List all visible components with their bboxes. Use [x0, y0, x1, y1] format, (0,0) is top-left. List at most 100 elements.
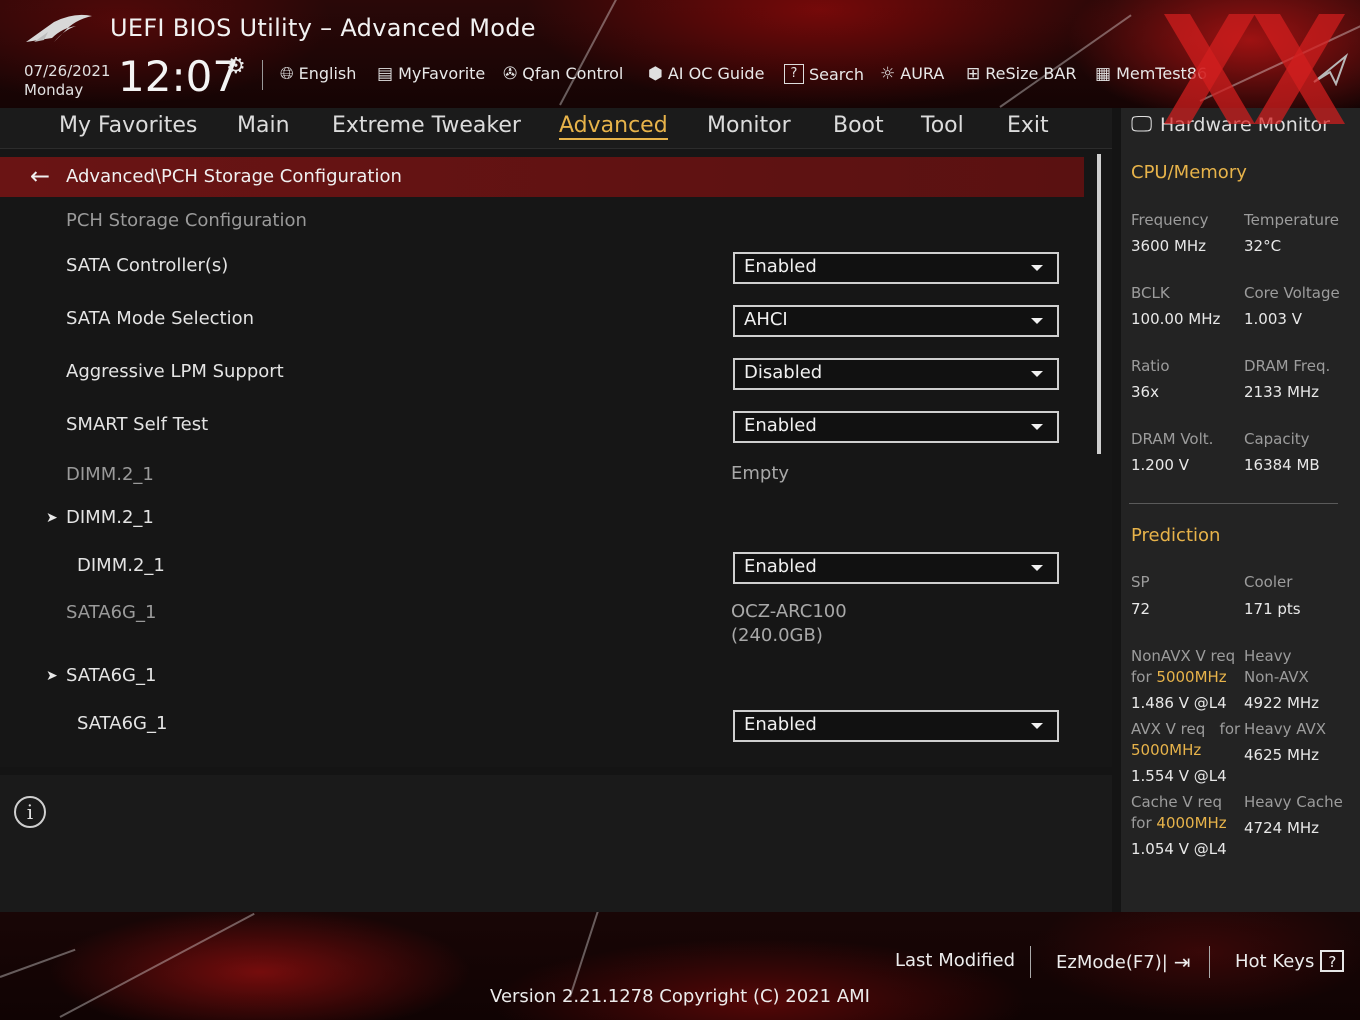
- hw-stat-value: 1.200 V: [1131, 456, 1189, 474]
- hw-stat-label: Heavy AVX: [1244, 720, 1327, 738]
- dropdown-value: Enabled: [744, 556, 817, 577]
- hw-stat-label: Temperature: [1244, 211, 1340, 229]
- sata6g-1-dropdown[interactable]: Enabled: [733, 710, 1059, 742]
- footer-divider: [1209, 946, 1210, 978]
- exit-to-ezmode-icon: ⇥: [1173, 950, 1191, 974]
- dimm2-1-dropdown[interactable]: Enabled: [733, 552, 1059, 584]
- tab-monitor[interactable]: Monitor: [707, 113, 791, 138]
- app-title: UEFI BIOS Utility – Advanced Mode: [110, 14, 536, 42]
- toolbar-myfavorite-button[interactable]: ▤ MyFavorite: [377, 64, 485, 83]
- chevron-down-icon: [1031, 424, 1043, 430]
- smart-self-test-dropdown[interactable]: Enabled: [733, 411, 1059, 443]
- chevron-down-icon: [1031, 565, 1043, 571]
- hw-label-freq: 5000MHz: [1131, 741, 1202, 759]
- hw-label-line: for 4000MHz: [1131, 813, 1227, 834]
- tab-tool[interactable]: Tool: [921, 113, 964, 138]
- device-name: OCZ-ARC100: [731, 601, 847, 622]
- hw-label-freq: 5000MHz: [1156, 668, 1227, 686]
- date-display: 07/26/2021 Monday: [24, 62, 110, 100]
- sata-controllers-dropdown[interactable]: Enabled: [733, 252, 1059, 284]
- info-icon: i: [14, 796, 46, 828]
- resize-bar-icon: ⊞: [966, 63, 981, 84]
- device-capacity: (240.0GB): [731, 625, 823, 646]
- tab-extreme-tweaker[interactable]: Extreme Tweaker: [332, 113, 521, 138]
- toolbar-qfan-button[interactable]: ✇ Qfan Control: [503, 64, 623, 83]
- watermark-logo-icon: [1164, 14, 1345, 124]
- port-value-sata6g-1: OCZ-ARC100 (240.0GB): [731, 600, 847, 648]
- monitor-icon: 🖵︎: [1131, 112, 1153, 137]
- hw-label-line: NonAVX V req: [1131, 647, 1236, 665]
- hw-stat-label: AVX V req for 5000MHz: [1131, 719, 1240, 761]
- toolbar-aura-button[interactable]: ☼ AURA: [880, 64, 944, 83]
- toolbar-ai-oc-guide-button[interactable]: ⬢ AI OC Guide: [648, 64, 764, 83]
- tab-main[interactable]: Main: [237, 113, 290, 138]
- tab-boot[interactable]: Boot: [833, 113, 884, 138]
- back-arrow-icon[interactable]: ←: [30, 162, 50, 190]
- port-value-dimm2-1: Empty: [731, 463, 790, 484]
- chevron-down-icon: [1031, 723, 1043, 729]
- hw-label-line: Heavy: [1244, 647, 1292, 665]
- aura-icon: ☼: [880, 63, 896, 84]
- breadcrumb: Advanced\PCH Storage Configuration: [66, 166, 402, 187]
- dropdown-value: AHCI: [744, 309, 788, 330]
- header-decor-stripe: [559, 0, 683, 106]
- weekday-text: Monday: [24, 81, 84, 99]
- submenu-dimm2-1[interactable]: DIMM.2_1: [66, 507, 154, 528]
- aggressive-lpm-dropdown[interactable]: Disabled: [733, 358, 1059, 390]
- last-modified-button[interactable]: Last Modified: [895, 950, 1015, 971]
- toolbar-label: Qfan Control: [522, 64, 624, 83]
- tab-my-favorites[interactable]: My Favorites: [59, 113, 197, 138]
- toolbar-label: MyFavorite: [398, 64, 486, 83]
- toolbar-search-button[interactable]: ? Search: [784, 64, 864, 84]
- hw-stat-label: SP: [1131, 573, 1150, 591]
- search-icon: ?: [784, 64, 804, 84]
- hw-label-line: for 5000MHz: [1131, 667, 1235, 688]
- memtest-icon: ▦: [1095, 63, 1112, 84]
- toolbar-label: Search: [809, 64, 864, 84]
- hw-stat-value: 4625 MHz: [1244, 746, 1320, 764]
- setting-label-dimm2-1: DIMM.2_1: [77, 555, 165, 576]
- hw-stat-label: Heavy Non-AVX: [1244, 646, 1309, 688]
- prediction-heading: Prediction: [1131, 525, 1221, 546]
- dropdown-value: Disabled: [744, 362, 823, 383]
- toolbar-label: AI OC Guide: [667, 64, 765, 83]
- tab-advanced[interactable]: Advanced: [559, 113, 668, 140]
- hot-keys-button[interactable]: Hot Keys ?: [1235, 950, 1345, 972]
- favorite-icon: ▤: [377, 63, 394, 84]
- footer-decor-stripe: [0, 948, 76, 978]
- setting-label-sata-mode: SATA Mode Selection: [66, 308, 255, 329]
- ezmode-button[interactable]: EzMode(F7)| ⇥: [1056, 950, 1191, 974]
- hw-stat-value: 32°C: [1244, 237, 1282, 255]
- hw-stat-value: 1.054 V @L4: [1131, 840, 1227, 858]
- rog-logo-icon: [26, 14, 92, 42]
- hw-stat-label: Heavy Cache: [1244, 793, 1343, 811]
- hw-stat-value: 3600 MHz: [1131, 237, 1207, 255]
- hw-stat-value: 2133 MHz: [1244, 383, 1320, 401]
- setting-label-sata-controllers: SATA Controller(s): [66, 255, 229, 276]
- footer-divider: [1030, 946, 1031, 978]
- tab-exit[interactable]: Exit: [1007, 113, 1049, 138]
- hw-stat-value: 4922 MHz: [1244, 694, 1320, 712]
- hw-label-for: for: [1219, 720, 1241, 738]
- sata-mode-dropdown[interactable]: AHCI: [733, 305, 1059, 337]
- hw-stat-value: 16384 MB: [1244, 456, 1320, 474]
- hw-label-line: AVX V req for: [1131, 719, 1240, 740]
- header-decor-stripe: [999, 14, 1132, 108]
- toolbar-resize-bar-button[interactable]: ⊞ ReSize BAR: [966, 64, 1076, 83]
- footer-decor-stripe: [569, 912, 605, 998]
- hw-stat-value: 1.486 V @L4: [1131, 694, 1227, 712]
- hw-label-text: AVX V req: [1131, 720, 1206, 738]
- chevron-down-icon: [1031, 265, 1043, 271]
- toolbar-label: English: [298, 64, 357, 83]
- toolbar-label: ReSize BAR: [985, 64, 1077, 83]
- setting-label-sata6g-1: SATA6G_1: [77, 713, 168, 734]
- submenu-sata6g-1[interactable]: SATA6G_1: [66, 665, 156, 686]
- toolbar-language-button[interactable]: 🌐︎ English: [280, 64, 356, 83]
- hw-stat-label: Capacity: [1244, 430, 1310, 448]
- hw-label-for: for: [1131, 814, 1152, 832]
- last-modified-label: Last Modified: [895, 950, 1016, 971]
- clock-settings-gear-icon[interactable]: ⚙: [226, 54, 246, 79]
- toolbar-label: AURA: [900, 64, 945, 83]
- hw-stat-value: 4724 MHz: [1244, 819, 1320, 837]
- scrollbar[interactable]: [1097, 154, 1101, 454]
